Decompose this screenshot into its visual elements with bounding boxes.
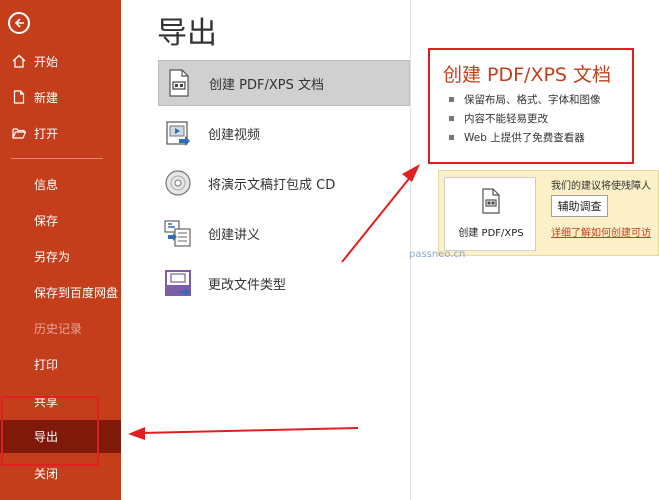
annotation-arrowhead — [402, 164, 420, 182]
annotation-arrow-to-export — [139, 427, 359, 434]
annotation-arrows — [128, 164, 420, 440]
annotation-arrowhead — [128, 427, 145, 440]
annotation-arrow-to-detail — [341, 169, 417, 263]
